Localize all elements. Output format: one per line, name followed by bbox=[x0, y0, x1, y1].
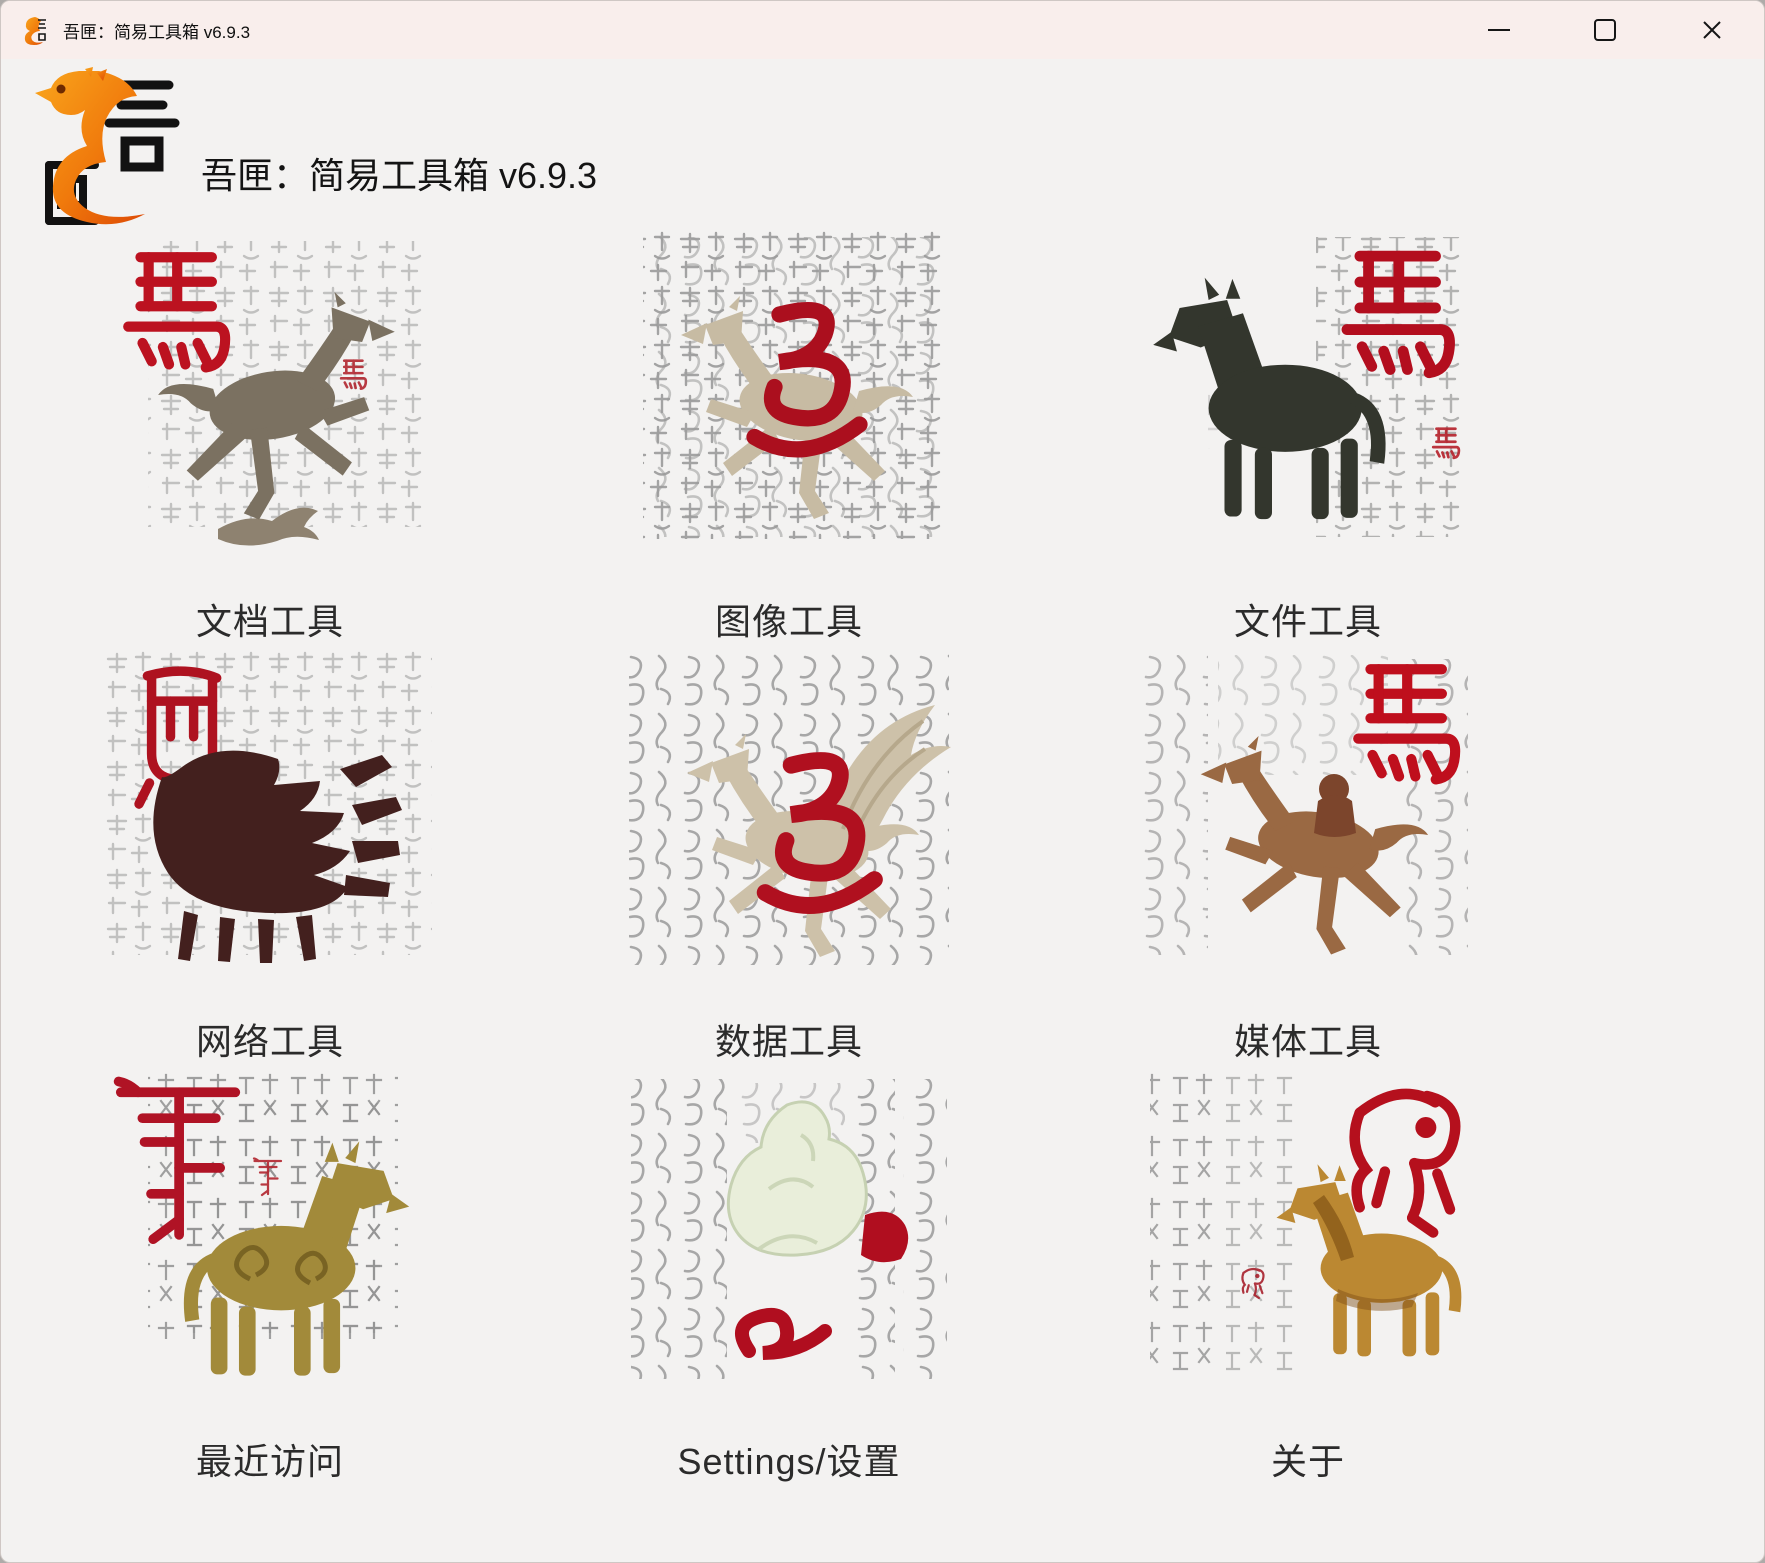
close-button[interactable] bbox=[1689, 7, 1735, 53]
amber-jade-standing-horse-artwork bbox=[1138, 1069, 1478, 1399]
stone-winged-horse-artwork bbox=[619, 649, 959, 979]
jade-bronze-horse-with-spirals-artwork bbox=[100, 1069, 440, 1399]
tool-label: 文件工具 bbox=[1234, 593, 1382, 645]
tool-label: 文档工具 bbox=[196, 593, 344, 645]
app-icon bbox=[23, 15, 49, 45]
tool-grid: 文档工具 图像工具 文件工具 bbox=[11, 229, 1567, 1489]
tool-label: 数据工具 bbox=[715, 1013, 863, 1065]
close-icon bbox=[1701, 19, 1723, 41]
stone-relief-galloping-horse-artwork bbox=[619, 229, 959, 559]
maximize-button[interactable] bbox=[1582, 7, 1628, 53]
tool-item-network-tools[interactable]: 网络工具 bbox=[11, 649, 529, 1069]
tool-item-file-tools[interactable]: 文件工具 bbox=[1049, 229, 1567, 649]
tool-item-recent-access[interactable]: 最近访问 bbox=[11, 1069, 529, 1489]
tool-label: 最近访问 bbox=[196, 1433, 344, 1485]
page-title: 吾匣：简易工具箱 v6.9.3 bbox=[201, 147, 597, 199]
tool-item-settings[interactable]: Settings/设置 bbox=[530, 1069, 1048, 1489]
app-window: 吾匣：简易工具箱 v6.9.3 吾匣：简易工具箱 v6.9.3 bbox=[0, 0, 1765, 1563]
tool-label: Settings/设置 bbox=[677, 1433, 900, 1485]
tool-label: 关于 bbox=[1271, 1433, 1345, 1485]
tool-label: 网络工具 bbox=[196, 1013, 344, 1065]
tool-item-document-tools[interactable]: 文档工具 bbox=[11, 229, 529, 649]
tool-item-data-tools[interactable]: 数据工具 bbox=[530, 649, 1048, 1069]
fresco-horse-and-rider-artwork bbox=[1138, 649, 1478, 979]
window-title: 吾匣：简易工具箱 v6.9.3 bbox=[63, 18, 250, 43]
white-jade-crouching-figure-artwork bbox=[619, 1069, 959, 1399]
minimize-button[interactable] bbox=[1476, 7, 1522, 53]
tool-item-about[interactable]: 关于 bbox=[1049, 1069, 1567, 1489]
minimize-icon bbox=[1488, 29, 1510, 31]
dark-bronze-standing-horse-artwork bbox=[1138, 229, 1478, 559]
tool-label: 媒体工具 bbox=[1234, 1013, 1382, 1065]
tool-item-image-tools[interactable]: 图像工具 bbox=[530, 229, 1048, 649]
app-logo-dragon-icon bbox=[27, 67, 191, 231]
tool-item-media-tools[interactable]: 媒体工具 bbox=[1049, 649, 1567, 1069]
maroon-lacquer-horse-group-artwork bbox=[100, 649, 440, 979]
maximize-icon bbox=[1594, 19, 1616, 41]
tool-label: 图像工具 bbox=[715, 593, 863, 645]
bronze-flying-horse-artwork bbox=[100, 229, 440, 559]
